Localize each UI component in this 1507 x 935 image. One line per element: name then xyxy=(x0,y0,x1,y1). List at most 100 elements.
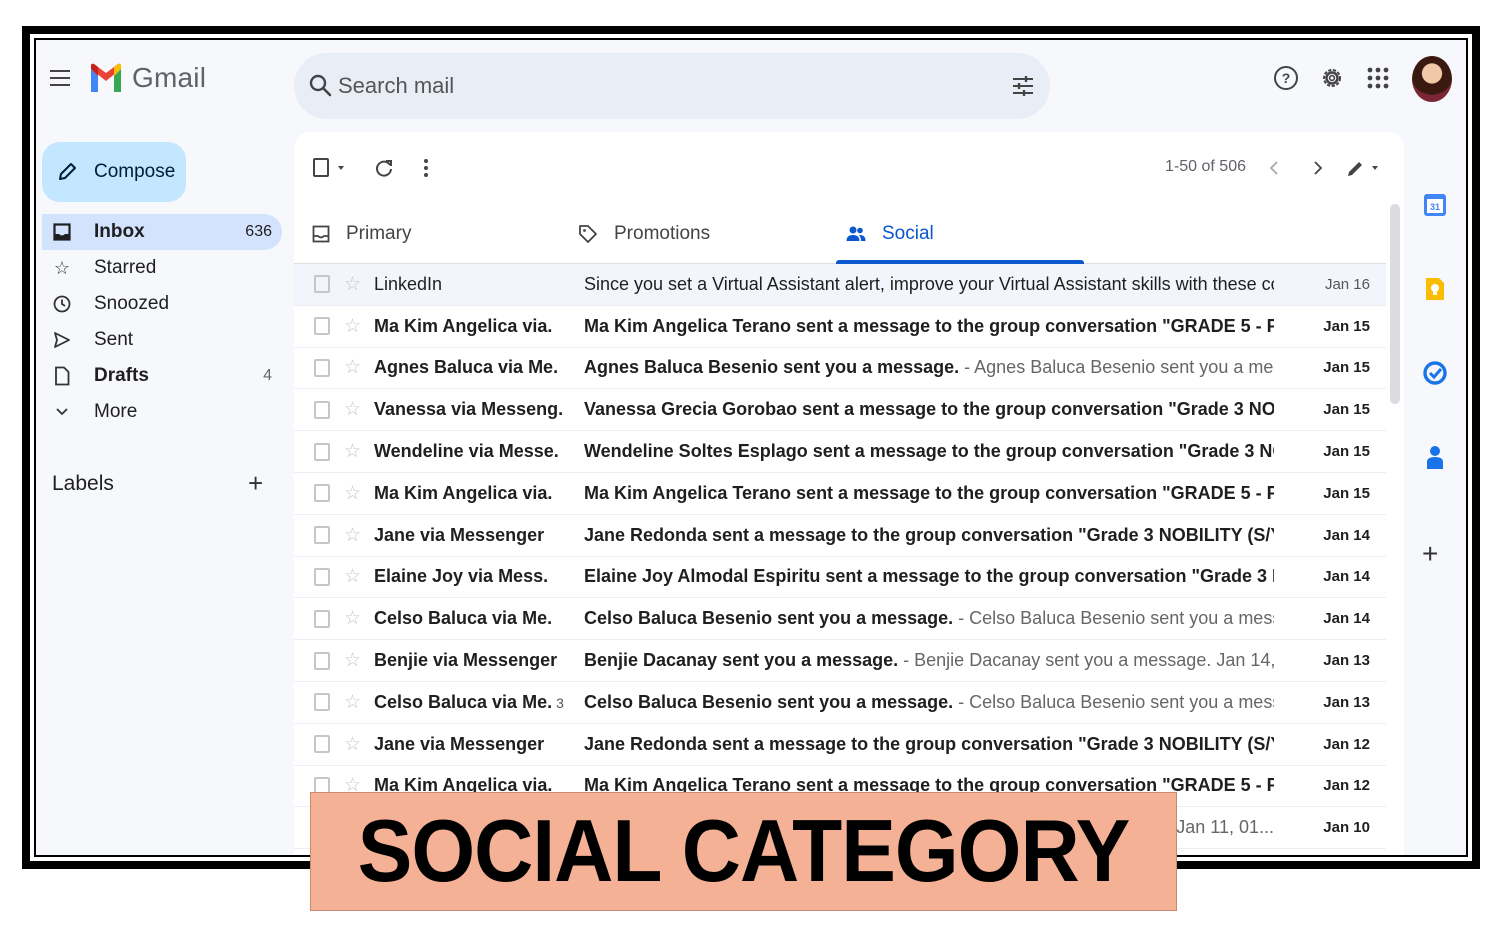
search-icon[interactable] xyxy=(308,73,334,99)
more-options-icon[interactable] xyxy=(414,156,438,180)
labels-heading: Labels xyxy=(52,472,114,495)
keep-icon[interactable] xyxy=(1422,276,1448,302)
inbox-icon xyxy=(52,222,72,242)
table-row[interactable]: ☆ Celso Baluca via Me. 3 Celso Baluca Bes… xyxy=(294,682,1386,724)
star-icon[interactable]: ☆ xyxy=(344,315,361,338)
table-row[interactable]: ☆ Jane via Messenger Jane Redonda sent a… xyxy=(294,724,1386,766)
star-icon[interactable]: ☆ xyxy=(344,524,361,547)
table-row[interactable]: ☆ Wendeline via Messe. Wendeline Soltes … xyxy=(294,431,1386,473)
compose-button[interactable]: Compose xyxy=(42,142,186,202)
newer-page-icon[interactable] xyxy=(1262,156,1286,180)
sidebar-item-sent[interactable]: Sent xyxy=(42,322,282,358)
message-preview: Since you set a Virtual Assistant alert,… xyxy=(584,273,1274,294)
row-checkbox[interactable] xyxy=(314,317,330,336)
tab-promotions[interactable]: Promotions xyxy=(578,204,710,264)
date: Jan 13 xyxy=(1323,652,1370,670)
select-all-checkbox[interactable] xyxy=(312,156,352,180)
clock-icon xyxy=(52,294,72,314)
date: Jan 15 xyxy=(1323,359,1370,377)
star-icon[interactable]: ☆ xyxy=(344,482,361,505)
star-icon[interactable]: ☆ xyxy=(344,733,361,756)
side-panel: 31 + xyxy=(1406,132,1466,855)
add-label-icon[interactable]: + xyxy=(248,470,263,496)
sidebar-item-label: Starred xyxy=(94,257,157,278)
main-menu-icon[interactable] xyxy=(50,70,70,86)
table-row[interactable]: ☆ Celso Baluca via Me. Celso Baluca Bese… xyxy=(294,598,1386,641)
account-avatar[interactable] xyxy=(1412,56,1452,102)
chevron-down-icon xyxy=(52,402,72,422)
gmail-logo-icon xyxy=(91,63,121,92)
star-icon[interactable]: ☆ xyxy=(344,273,361,296)
star-icon[interactable]: ☆ xyxy=(344,398,361,421)
banner-text: SOCIAL CATEGORY xyxy=(357,801,1131,901)
message-list-panel: 1-50 of 506 Primary Promotions Social ☆ … xyxy=(294,132,1404,855)
tasks-icon[interactable] xyxy=(1422,360,1448,386)
row-checkbox[interactable] xyxy=(314,484,330,503)
row-checkbox[interactable] xyxy=(314,526,330,545)
sender: Agnes Baluca via Me. xyxy=(374,357,559,378)
sender: Jane via Messenger xyxy=(374,524,545,545)
tab-primary[interactable]: Primary xyxy=(312,204,411,264)
table-row[interactable]: ☆ Ma Kim Angelica via. Ma Kim Angelica T… xyxy=(294,306,1386,348)
row-checkbox[interactable] xyxy=(314,609,330,628)
add-addon-icon[interactable]: + xyxy=(1422,540,1438,568)
sidebar-item-snoozed[interactable]: Snoozed xyxy=(42,286,282,322)
row-checkbox[interactable] xyxy=(314,400,330,419)
top-bar: Gmail ? xyxy=(36,40,1466,132)
email-list: ☆ LinkedIn Since you set a Virtual Assis… xyxy=(294,264,1386,850)
refresh-icon[interactable] xyxy=(372,156,396,180)
pagination-text: 1-50 of 506 xyxy=(1165,158,1246,175)
calendar-icon[interactable]: 31 xyxy=(1422,192,1448,218)
search-input[interactable] xyxy=(338,69,938,103)
thread-count: 3 xyxy=(556,694,564,711)
star-icon[interactable]: ☆ xyxy=(344,691,361,714)
sidebar-item-drafts[interactable]: Drafts 4 xyxy=(42,358,282,394)
row-checkbox[interactable] xyxy=(314,567,330,586)
table-row[interactable]: ☆ Agnes Baluca via Me. Agnes Baluca Bese… xyxy=(294,348,1386,390)
contacts-icon[interactable] xyxy=(1422,444,1448,470)
scrollbar[interactable] xyxy=(1390,204,1400,404)
table-row[interactable]: ☆ Ma Kim Angelica via. Ma Kim Angelica T… xyxy=(294,473,1386,515)
caption-banner: SOCIAL CATEGORY xyxy=(310,792,1177,911)
sender: Ma Kim Angelica via. xyxy=(374,315,553,336)
star-icon[interactable]: ☆ xyxy=(344,649,361,672)
apps-grid-icon[interactable] xyxy=(1364,64,1392,92)
sidebar-item-starred[interactable]: ☆ Starred xyxy=(42,250,282,286)
star-icon[interactable]: ☆ xyxy=(344,565,361,588)
row-checkbox[interactable] xyxy=(314,651,330,670)
app-name: Gmail xyxy=(132,62,207,93)
message-preview: Ma Kim Angelica Terano sent a message to… xyxy=(584,315,1274,336)
older-page-icon[interactable] xyxy=(1306,156,1330,180)
message-preview: Ma Kim Angelica Terano sent a message to… xyxy=(584,482,1274,503)
date: Jan 12 xyxy=(1323,777,1370,795)
star-icon[interactable]: ☆ xyxy=(344,440,361,463)
sidebar-nav: Inbox 636 ☆ Starred Snoozed Sent Drafts … xyxy=(42,214,282,430)
row-checkbox[interactable] xyxy=(314,735,330,754)
star-icon[interactable]: ☆ xyxy=(344,607,361,630)
tab-label: Primary xyxy=(346,223,412,244)
input-tools-icon[interactable] xyxy=(1344,156,1384,180)
help-icon[interactable]: ? xyxy=(1272,64,1300,92)
table-row[interactable]: ☆ Jane via Messenger Jane Redonda sent a… xyxy=(294,515,1386,557)
sender: LinkedIn xyxy=(374,273,443,294)
settings-gear-icon[interactable] xyxy=(1318,64,1346,92)
date: Jan 15 xyxy=(1323,317,1370,335)
star-icon[interactable]: ☆ xyxy=(344,356,361,379)
sidebar-item-more[interactable]: More xyxy=(42,394,282,430)
row-checkbox[interactable] xyxy=(314,358,330,377)
message-preview: Jane Redonda sent a message to the group… xyxy=(584,524,1274,545)
row-checkbox[interactable] xyxy=(314,442,330,461)
table-row[interactable]: ☆ Benjie via Messenger Benjie Dacanay se… xyxy=(294,640,1386,682)
row-checkbox[interactable] xyxy=(314,693,330,712)
search-bar[interactable] xyxy=(294,53,1050,119)
table-row[interactable]: ☆ LinkedIn Since you set a Virtual Assis… xyxy=(294,264,1386,306)
search-options-icon[interactable] xyxy=(1010,73,1036,99)
table-row[interactable]: ☆ Vanessa via Messeng. Vanessa Grecia Go… xyxy=(294,389,1386,432)
list-toolbar: 1-50 of 506 xyxy=(294,132,1404,204)
table-row[interactable]: ☆ Elaine Joy via Mess. Elaine Joy Almoda… xyxy=(294,557,1386,599)
sidebar-item-inbox[interactable]: Inbox 636 xyxy=(42,214,282,250)
sender: Wendeline via Messe. xyxy=(374,441,559,462)
row-checkbox[interactable] xyxy=(314,275,330,294)
date: Jan 13 xyxy=(1323,693,1370,711)
tab-social[interactable]: Social xyxy=(846,204,934,264)
